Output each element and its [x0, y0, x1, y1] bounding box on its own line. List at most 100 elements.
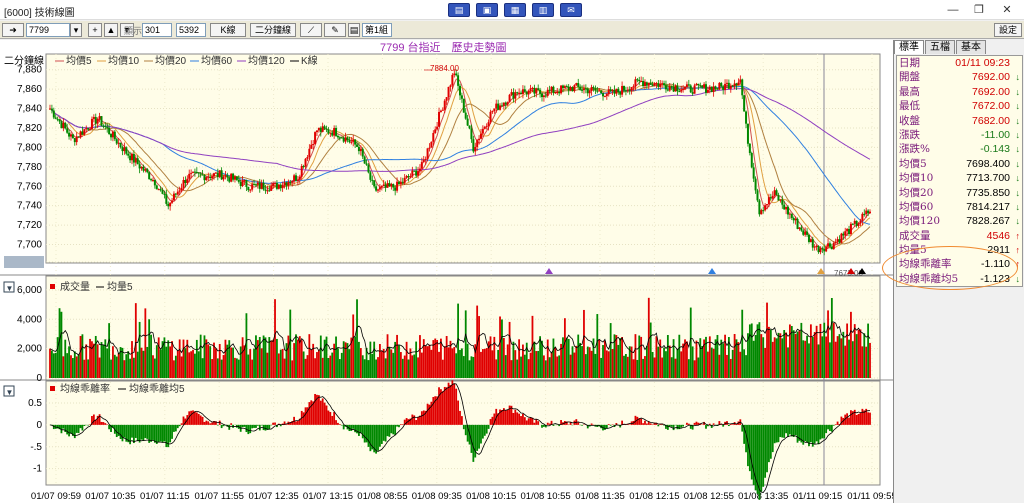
bias-bar — [731, 424, 734, 425]
export-icon[interactable]: ▥ — [532, 3, 554, 17]
volume-bar — [321, 357, 324, 378]
settings-button[interactable]: 設定 — [994, 23, 1022, 37]
bias-bar — [245, 424, 248, 433]
period-dropdown[interactable]: 二分鐘線 — [250, 23, 296, 37]
count-input[interactable]: 301 — [142, 23, 172, 37]
candle-body — [750, 152, 753, 168]
close-icon[interactable]: ✕ — [994, 2, 1020, 18]
bias-bar — [420, 411, 423, 425]
bias-bar — [869, 412, 871, 425]
bias-bar — [590, 423, 593, 425]
candle-body — [199, 173, 202, 175]
candle-body — [131, 153, 133, 161]
volume-bar — [287, 335, 290, 378]
bias-bar — [321, 398, 324, 425]
bias-bar — [138, 424, 141, 443]
volume-bar — [245, 313, 248, 378]
group-dropdown[interactable]: 第1組 — [362, 23, 392, 37]
legend-volume: 成交量 — [60, 280, 90, 293]
volume-bar — [691, 346, 694, 378]
bias-bar — [472, 424, 475, 462]
bias-bar — [342, 424, 345, 430]
candle-body — [670, 86, 673, 88]
candle-body — [50, 108, 53, 111]
volume-bar — [127, 351, 130, 378]
bias-bar — [253, 424, 255, 428]
candle-body — [758, 200, 761, 215]
volume-bar — [79, 335, 82, 378]
bias-bar — [394, 424, 397, 436]
candle-body — [651, 84, 654, 86]
print-icon[interactable]: ▤ — [448, 3, 470, 17]
candle-body — [268, 190, 271, 192]
candle-body — [94, 116, 97, 124]
grid-icon[interactable]: ▤ — [348, 23, 360, 37]
candle-body — [178, 190, 181, 192]
candle-body — [369, 172, 372, 180]
volume-bar — [117, 353, 120, 378]
volume-bar — [182, 339, 185, 378]
bias-bar — [310, 400, 313, 425]
candle-body — [821, 248, 824, 250]
bias-bar — [693, 422, 696, 425]
copy-icon[interactable]: ▦ — [504, 3, 526, 17]
bias-bar — [211, 422, 213, 425]
candle-body — [352, 139, 355, 142]
draw-line-icon[interactable]: ⟋ — [300, 23, 322, 37]
candle-body — [68, 132, 71, 137]
bias-bar — [577, 422, 580, 425]
bias-bar — [119, 424, 122, 439]
bias-bar — [543, 424, 545, 427]
bias-bar — [781, 424, 784, 438]
zoom-in-icon[interactable]: + — [88, 23, 102, 37]
candle-body — [111, 131, 114, 138]
candle-body — [138, 164, 141, 169]
candle-body — [424, 158, 427, 160]
candle-body — [312, 144, 315, 146]
volume-bar — [354, 336, 357, 378]
tab-five-levels[interactable]: 五檔 — [925, 40, 955, 54]
volume-bar — [440, 338, 442, 378]
candle-body — [478, 138, 481, 141]
bias-bar — [102, 422, 105, 425]
candle-body — [253, 184, 256, 186]
candle-body — [117, 142, 120, 144]
volume-bar — [230, 347, 233, 378]
candle-body — [701, 86, 704, 88]
mail-icon[interactable]: ✉ — [560, 3, 582, 17]
candle-body — [653, 83, 656, 86]
tab-basic[interactable]: 基本 — [956, 40, 986, 54]
tab-standard[interactable]: 標準 — [894, 40, 924, 54]
bias-bar — [687, 423, 690, 425]
scroll-up-icon[interactable]: ▲ — [104, 23, 118, 37]
link-arrow-icon[interactable]: ➜ — [2, 23, 24, 37]
chevron-down-icon[interactable]: ▾ — [70, 23, 82, 37]
save-icon[interactable]: ▣ — [476, 3, 498, 17]
candle-body — [769, 197, 772, 199]
candle-body — [373, 180, 376, 187]
time-tick-label: 01/07 12:35 — [249, 491, 299, 502]
volume-bar — [607, 351, 610, 378]
candle-body — [342, 137, 345, 142]
volume-bar — [239, 346, 242, 378]
bias-bar — [809, 424, 812, 443]
candle-body — [382, 184, 385, 187]
kline-dropdown[interactable]: K線 — [210, 23, 246, 37]
minimize-icon[interactable]: — — [940, 2, 966, 18]
candle-body — [546, 89, 549, 96]
candle-body — [315, 130, 318, 133]
time-tick-label: 01/11 09:15 — [793, 491, 842, 502]
volume-bar — [247, 354, 250, 378]
candle-body — [668, 86, 671, 91]
symbol-input[interactable]: 7799 — [26, 23, 70, 37]
total-input[interactable]: 5392 — [176, 23, 206, 37]
volume-bar — [775, 338, 778, 378]
candle-body — [746, 123, 749, 144]
maximize-icon[interactable]: ❐ — [966, 2, 992, 18]
volume-bar — [262, 335, 265, 378]
volume-bar — [789, 324, 791, 378]
candle-body — [777, 194, 780, 201]
volume-bar — [203, 335, 206, 378]
pen-icon[interactable]: ✎ — [324, 23, 346, 37]
bias-bar — [173, 424, 175, 432]
